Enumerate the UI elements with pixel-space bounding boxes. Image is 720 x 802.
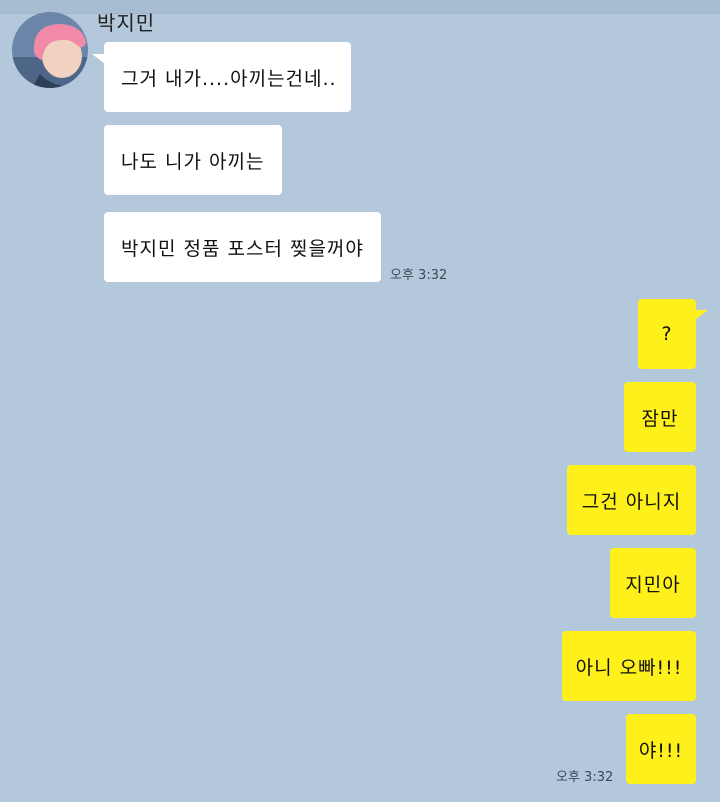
message-text: 야!!! <box>638 739 684 762</box>
avatar[interactable] <box>12 12 88 88</box>
message-text: 그거 내가....아끼는건네.. <box>121 67 337 90</box>
profile-photo-icon <box>12 12 88 88</box>
incoming-message[interactable]: 그거 내가....아끼는건네.. <box>104 42 351 112</box>
outgoing-bubble-tail <box>695 310 708 320</box>
outgoing-timestamp: 오후 3:32 <box>556 770 614 785</box>
outgoing-message[interactable]: ? <box>638 299 696 369</box>
message-text: 잠만 <box>641 407 679 430</box>
incoming-message[interactable]: 나도 니가 아끼는 <box>104 125 282 195</box>
outgoing-message[interactable]: 그건 아니지 <box>567 465 696 535</box>
outgoing-message[interactable]: 지민아 <box>610 548 696 618</box>
sender-name: 박지민 <box>97 11 156 35</box>
message-text: 나도 니가 아끼는 <box>121 150 265 173</box>
message-text: ? <box>661 323 673 345</box>
message-text: 지민아 <box>625 573 681 596</box>
outgoing-message[interactable]: 야!!! <box>626 714 696 784</box>
message-text: 아니 오빠!!! <box>575 656 683 679</box>
message-text: 박지민 정품 포스터 찢을꺼야 <box>121 237 364 260</box>
incoming-message[interactable]: 박지민 정품 포스터 찢을꺼야 <box>104 212 381 282</box>
message-text: 그건 아니지 <box>581 490 682 513</box>
outgoing-message[interactable]: 잠만 <box>624 382 696 452</box>
outgoing-message[interactable]: 아니 오빠!!! <box>562 631 696 701</box>
incoming-timestamp: 오후 3:32 <box>390 268 448 283</box>
